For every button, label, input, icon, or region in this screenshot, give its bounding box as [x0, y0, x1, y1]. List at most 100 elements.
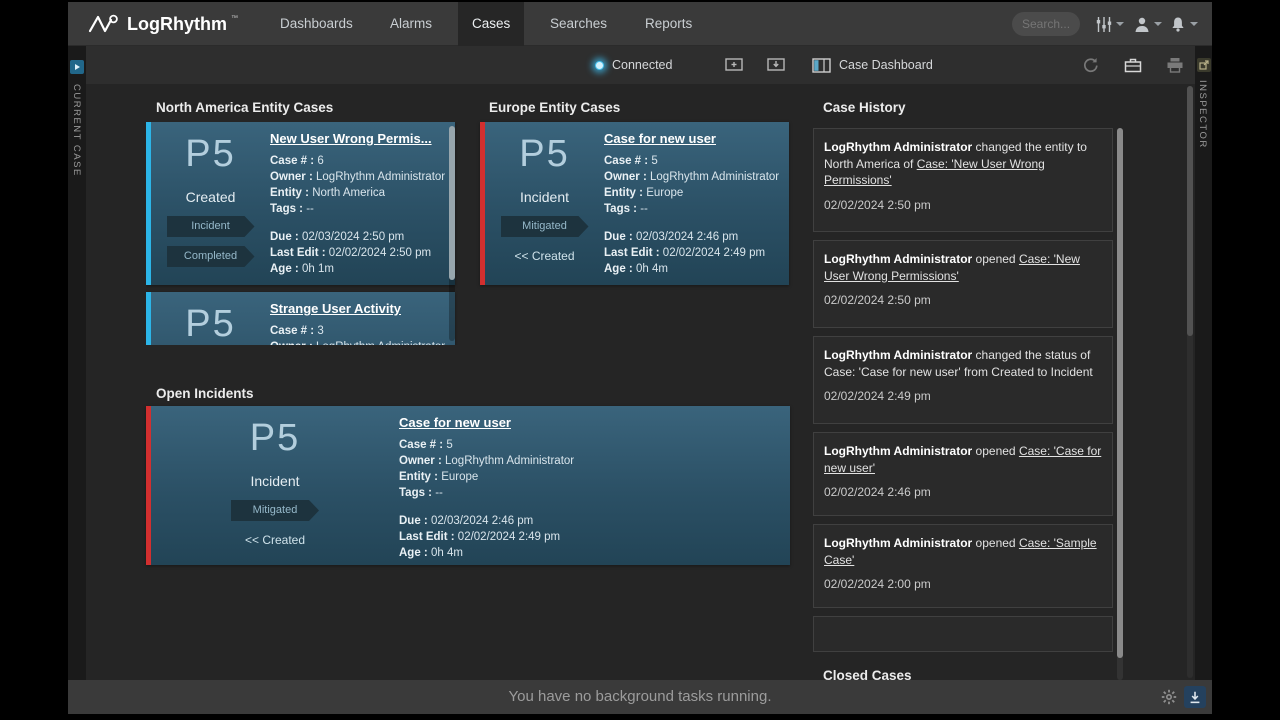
history-entry[interactable]: LogRhythm Administrator changed the stat…: [813, 336, 1113, 424]
history-actor: LogRhythm Administrator: [824, 348, 972, 362]
section-header-closed-cases: Closed Cases: [823, 668, 912, 680]
history-entry[interactable]: LogRhythm Administrator changed the enti…: [813, 128, 1113, 232]
scrollbar-thumb[interactable]: [449, 126, 455, 280]
background-tasks-message: You have no background tasks running.: [68, 680, 1212, 714]
scrollbar-thumb[interactable]: [1187, 86, 1193, 336]
print-icon: [1166, 57, 1184, 73]
case-title-link[interactable]: Strange User Activity: [270, 301, 401, 316]
dashboard-selector[interactable]: Case Dashboard: [812, 46, 933, 84]
nav-searches[interactable]: Searches: [536, 2, 621, 46]
search-input[interactable]: [1012, 12, 1080, 36]
case-title-link[interactable]: New User Wrong Permis...: [270, 131, 432, 146]
case-due-field: Due : 02/03/2024 2:50 pm: [270, 229, 445, 245]
field-label: Last Edit :: [270, 247, 326, 259]
inspector-tab[interactable]: INSPECTOR: [1197, 80, 1208, 149]
case-age-field: Age : 0h 1m: [270, 261, 445, 277]
status-change-incident-button[interactable]: Incident: [167, 216, 255, 237]
north-america-cases-list[interactable]: P5 Created Incident Completed New User W…: [146, 122, 458, 345]
case-title-link[interactable]: Case for new user: [604, 131, 716, 146]
history-entry[interactable]: LogRhythm Administrator opened Case: 'Sa…: [813, 524, 1113, 608]
filter-sliders-menu[interactable]: [1095, 14, 1124, 34]
case-history-scrollbar[interactable]: [1117, 128, 1123, 680]
case-due-field: Due : 02/03/2024 2:46 pm: [604, 229, 779, 245]
refresh-button[interactable]: [1080, 54, 1102, 76]
field-label: Tags :: [399, 487, 432, 499]
logrhythm-logo[interactable]: LogRhythm ™: [88, 2, 238, 46]
case-priority: P5: [151, 132, 270, 176]
chevron-down-icon: [1190, 22, 1198, 26]
case-card-details: Strange User Activity Case # : 3 Owner :…: [270, 300, 445, 345]
status-back-created-button[interactable]: << Created: [485, 249, 604, 263]
case-card-case-for-new-user[interactable]: P5 Incident Mitigated << Created Case fo…: [480, 122, 789, 285]
case-tags-field: Tags : --: [604, 201, 779, 217]
history-actor: LogRhythm Administrator: [824, 140, 972, 154]
case-management-button[interactable]: [1122, 54, 1144, 76]
chevron-down-icon: [1154, 22, 1162, 26]
history-entry-text: LogRhythm Administrator opened Case: 'Ca…: [824, 443, 1102, 476]
field-label: Entity :: [604, 187, 643, 199]
save-dashboard-button[interactable]: [765, 54, 787, 76]
current-case-panel-collapsed: CURRENT CASE: [68, 46, 86, 680]
nav-cases[interactable]: Cases: [458, 2, 524, 46]
history-entry-text: LogRhythm Administrator opened Case: 'Sa…: [824, 535, 1102, 568]
history-entry[interactable]: LogRhythm Administrator opened Case: 'Ne…: [813, 240, 1113, 328]
case-card-strange-user-activity[interactable]: P5 Strange User Activity Case # : 3 Owne…: [146, 292, 455, 345]
add-widget-icon: [725, 57, 743, 73]
status-back-created-button[interactable]: << Created: [151, 533, 399, 547]
case-owner-field: Owner : LogRhythm Administrator: [604, 169, 779, 185]
field-value: 02/03/2024 2:46 pm: [431, 515, 533, 527]
case-card-details: Case for new user Case # : 5 Owner : Log…: [604, 130, 779, 277]
history-entry-text: LogRhythm Administrator changed the stat…: [824, 347, 1102, 380]
section-header-open-incidents: Open Incidents: [156, 386, 254, 401]
download-tasks-button[interactable]: [1184, 686, 1206, 708]
field-value: 02/02/2024 2:49 pm: [458, 531, 560, 543]
case-card-details: New User Wrong Permis... Case # : 6 Owne…: [270, 130, 445, 277]
field-value: North America: [312, 187, 385, 199]
case-owner-field: Owner : LogRhythm Administrator: [399, 453, 780, 469]
field-label: Tags :: [270, 203, 303, 215]
notifications-menu[interactable]: [1169, 14, 1198, 34]
case-age-field: Age : 0h 4m: [604, 261, 779, 277]
popout-icon: [1199, 60, 1209, 70]
dashboard-toolbar: Connected Case Dashboard: [68, 46, 1212, 84]
print-button[interactable]: [1164, 54, 1186, 76]
settings-button[interactable]: [1161, 689, 1178, 706]
logo-trademark: ™: [231, 15, 238, 22]
field-label: Owner :: [270, 341, 313, 345]
add-widget-button[interactable]: [723, 54, 745, 76]
nav-dashboards[interactable]: Dashboards: [266, 2, 367, 46]
case-status: Incident: [151, 473, 399, 489]
status-change-mitigated-button[interactable]: Mitigated: [501, 216, 589, 237]
field-value: 0h 1m: [302, 263, 334, 275]
field-value: 0h 4m: [431, 547, 463, 559]
case-entity-field: Entity : Europe: [399, 469, 780, 485]
field-value: 0h 4m: [636, 263, 668, 275]
field-label: Owner :: [604, 171, 647, 183]
connected-indicator-dot: [595, 61, 604, 70]
north-america-scrollbar[interactable]: [449, 126, 455, 341]
history-entry-date: 02/02/2024 2:46 pm: [824, 485, 1102, 499]
nav-reports[interactable]: Reports: [631, 2, 706, 46]
case-dates: Due : 02/03/2024 2:46 pm Last Edit : 02/…: [399, 513, 780, 561]
case-card-open-incident[interactable]: P5 Incident Mitigated << Created Case fo…: [146, 406, 790, 565]
main-content-scrollbar[interactable]: [1187, 86, 1193, 678]
history-entry[interactable]: LogRhythm Administrator opened Case: 'Ca…: [813, 432, 1113, 516]
case-title-link[interactable]: Case for new user: [399, 415, 511, 430]
current-case-tab[interactable]: CURRENT CASE: [71, 84, 82, 177]
case-card-new-user-wrong-permissions[interactable]: P5 Created Incident Completed New User W…: [146, 122, 455, 285]
nav-alarms[interactable]: Alarms: [376, 2, 446, 46]
user-menu[interactable]: [1133, 14, 1162, 34]
history-entry-partial[interactable]: [813, 616, 1113, 652]
inspector-popout-button[interactable]: [1197, 58, 1211, 72]
field-value: --: [640, 203, 648, 215]
field-label: Age :: [399, 547, 428, 559]
expand-current-case-button[interactable]: [70, 60, 84, 74]
field-label: Owner :: [399, 455, 442, 467]
section-header-case-history: Case History: [823, 100, 906, 115]
dashboard-grid-icon: [812, 58, 831, 73]
status-change-completed-button[interactable]: Completed: [167, 246, 255, 267]
chevron-down-icon: [1116, 22, 1124, 26]
status-change-mitigated-button[interactable]: Mitigated: [231, 500, 319, 521]
section-header-north-america: North America Entity Cases: [156, 100, 333, 115]
scrollbar-thumb[interactable]: [1117, 128, 1123, 658]
